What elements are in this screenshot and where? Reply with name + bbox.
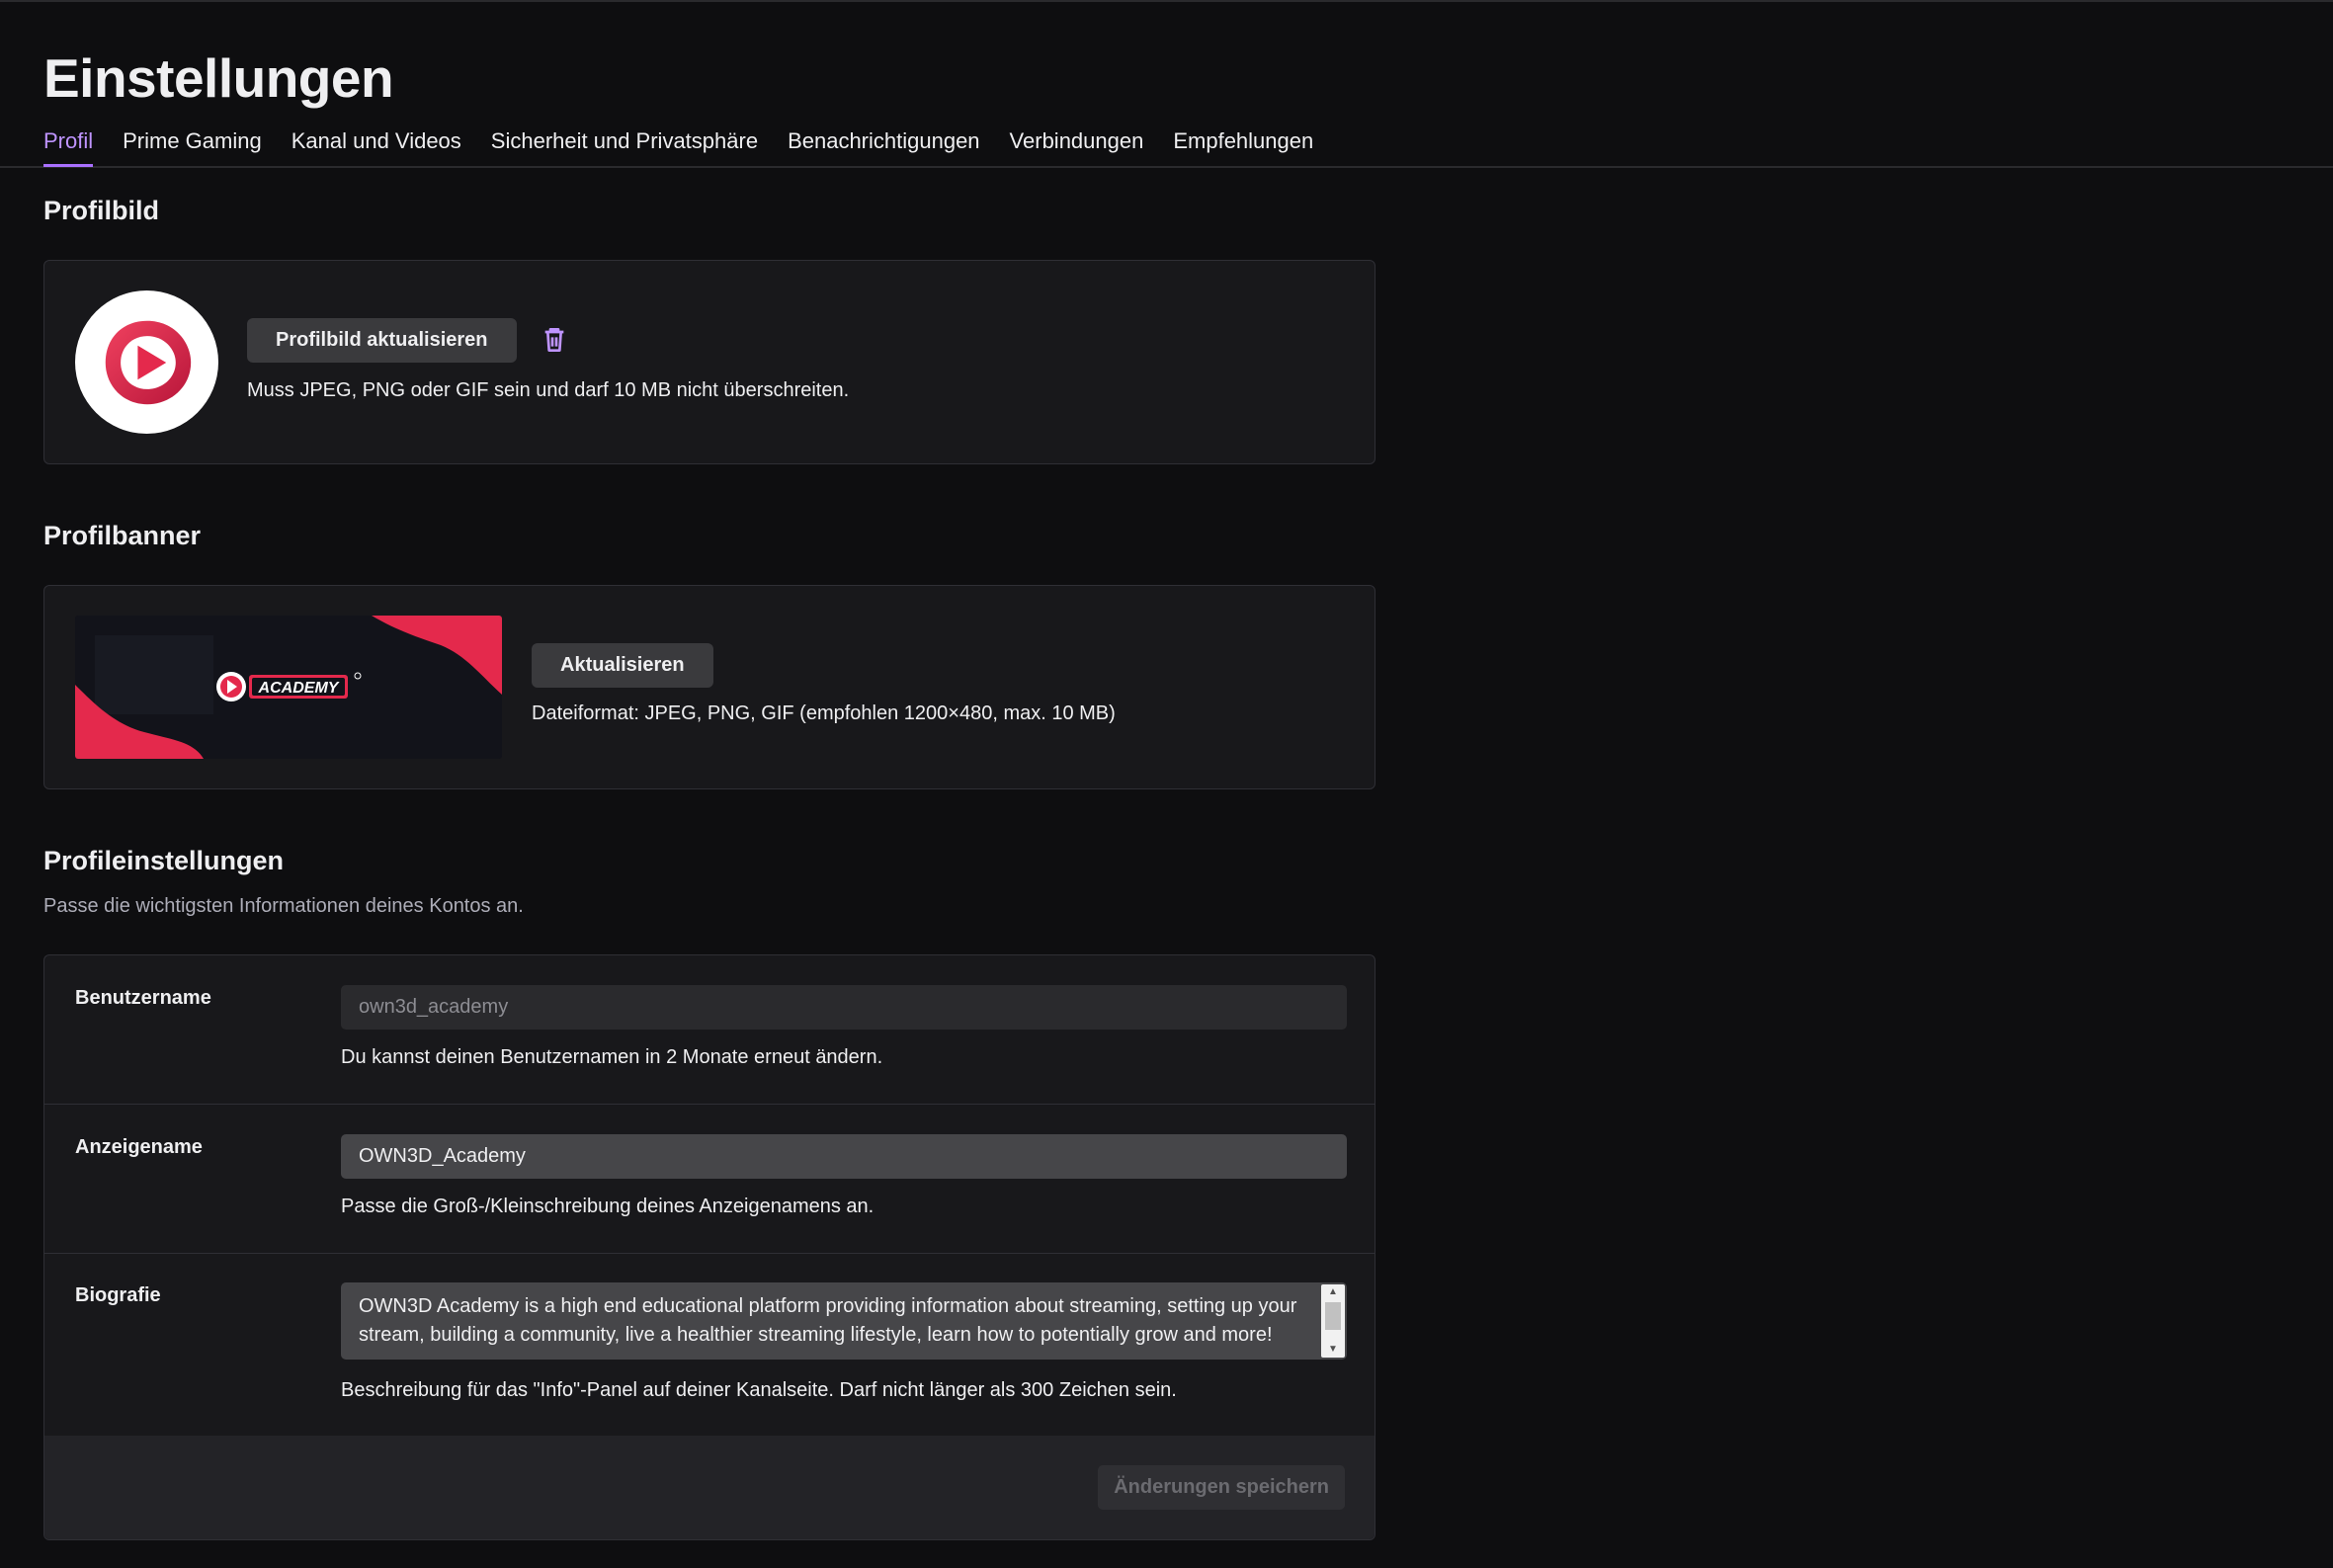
bio-label: Biografie	[75, 1284, 161, 1306]
display-name-input[interactable]	[341, 1134, 1347, 1179]
bio-text: OWN3D Academy is a high end educational …	[359, 1295, 1297, 1346]
profile-settings-card: Benutzername Du kannst deinen Benutzerna…	[43, 954, 1375, 1540]
scroll-up-icon[interactable]: ▲	[1321, 1284, 1345, 1300]
profile-picture-heading: Profilbild	[43, 196, 159, 225]
tab-profil[interactable]: Profil	[43, 126, 94, 167]
update-profile-picture-button[interactable]: Profilbild aktualisieren	[247, 318, 517, 363]
own3d-logo	[105, 320, 191, 404]
top-border	[0, 0, 2333, 2]
username-input	[341, 985, 1347, 1030]
username-hint: Du kannst deinen Benutzernamen in 2 Mona…	[341, 1046, 883, 1068]
tab-empfehlungen[interactable]: Empfehlungen	[1173, 126, 1313, 166]
profile-picture-hint: Muss JPEG, PNG oder GIF sein und darf 10…	[247, 379, 850, 401]
profile-picture-card: Profilbild aktualisieren Muss JPEG, PNG …	[43, 260, 1375, 464]
row-divider	[44, 1253, 1375, 1254]
scroll-thumb[interactable]	[1325, 1302, 1341, 1330]
tabs-divider	[0, 166, 2333, 168]
tab-kanal-und-videos[interactable]: Kanal und Videos	[292, 126, 461, 166]
avatar	[75, 290, 218, 434]
page-title: Einstellungen	[43, 47, 394, 109]
tab-prime-gaming[interactable]: Prime Gaming	[123, 126, 262, 166]
scroll-down-icon[interactable]: ▼	[1321, 1342, 1345, 1358]
display-name-hint: Passe die Groß-/Kleinschreibung deines A…	[341, 1196, 875, 1217]
bio-scrollbar[interactable]: ▲ ▼	[1321, 1284, 1345, 1358]
tab-verbindungen[interactable]: Verbindungen	[1010, 126, 1144, 166]
username-label: Benutzername	[75, 987, 211, 1009]
banner-logo: ACADEMY	[216, 672, 362, 701]
tab-benachrichtigungen[interactable]: Benachrichtigungen	[788, 126, 979, 166]
banner-image: ACADEMY	[75, 616, 502, 759]
bio-hint: Beschreibung für das "Info"-Panel auf de…	[341, 1379, 1177, 1401]
profile-settings-heading: Profileinstellungen	[43, 846, 285, 875]
save-changes-button[interactable]: Änderungen speichern	[1098, 1465, 1345, 1510]
profile-settings-subtitle: Passe die wichtigsten Informationen dein…	[43, 895, 524, 917]
profile-banner-heading: Profilbanner	[43, 521, 202, 550]
tab-sicherheit[interactable]: Sicherheit und Privatsphäre	[491, 126, 758, 166]
banner-hint: Dateiformat: JPEG, PNG, GIF (empfohlen 1…	[532, 702, 1116, 724]
update-banner-button[interactable]: Aktualisieren	[532, 643, 713, 688]
display-name-label: Anzeigename	[75, 1136, 203, 1158]
settings-tabs: Profil Prime Gaming Kanal und Videos Sic…	[43, 126, 1313, 167]
banner-text: ACADEMY	[258, 680, 340, 697]
trash-icon[interactable]	[539, 324, 570, 356]
profile-banner-card: ACADEMY Aktualisieren Dateiformat: JPEG,…	[43, 585, 1375, 789]
row-divider	[44, 1104, 1375, 1105]
settings-footer: Änderungen speichern	[44, 1436, 1375, 1539]
bio-textarea[interactable]: OWN3D Academy is a high end educational …	[341, 1282, 1347, 1360]
